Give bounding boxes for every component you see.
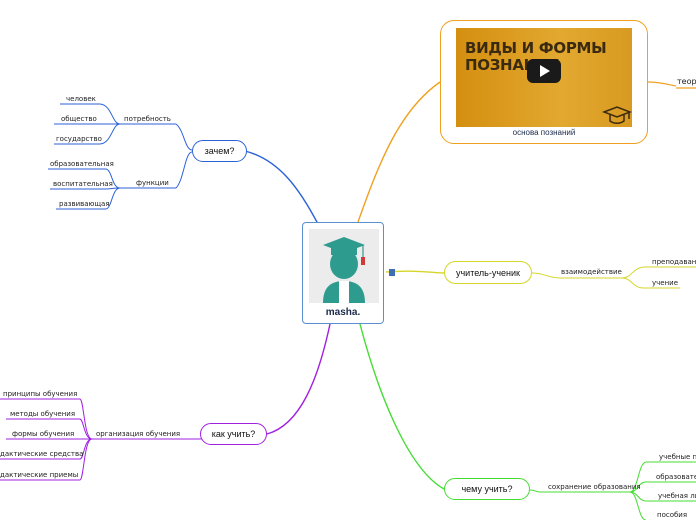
- subtopic-organization-item[interactable]: дактические приемы: [0, 471, 78, 479]
- subtopic-organization[interactable]: организация обучения: [96, 430, 180, 438]
- topic-teacher-student[interactable]: учитель-ученик: [444, 261, 532, 284]
- topic-how-label: как учить?: [211, 429, 256, 439]
- subtopic-functions[interactable]: функции: [136, 179, 169, 187]
- subtopic-organization-item[interactable]: дактические средства: [0, 450, 83, 458]
- link-how: [266, 323, 331, 435]
- topic-how[interactable]: как учить?: [200, 423, 267, 445]
- subtopic-need[interactable]: потребность: [124, 115, 171, 123]
- graduate-avatar-icon: [323, 237, 365, 303]
- subtopic-content-item[interactable]: учебная лите: [658, 492, 696, 500]
- link-theory: [647, 81, 677, 87]
- subtopic-function-item[interactable]: воспитательная: [53, 180, 113, 188]
- central-topic[interactable]: masha.: [302, 222, 395, 324]
- central-topic-title: masha.: [325, 307, 361, 318]
- notes-icon[interactable]: [389, 269, 395, 276]
- subtopic-function-item[interactable]: образовательная: [50, 160, 114, 168]
- video-thumbnail[interactable]: ВИДЫ И ФОРМЫ ПОЗНАНИЯ: [456, 28, 632, 127]
- subtopic-organization-item[interactable]: принципы обучения: [3, 390, 77, 398]
- subtopic-organization-item[interactable]: формы обучения: [12, 430, 74, 438]
- play-button[interactable]: [527, 59, 561, 83]
- subtopic-function-item[interactable]: развивающая: [59, 200, 110, 208]
- theory-label[interactable]: теор: [677, 77, 696, 86]
- avatar: [309, 229, 379, 303]
- topic-what[interactable]: чему учить?: [444, 478, 530, 500]
- topic-teacher-student-label: учитель-ученик: [455, 267, 520, 278]
- link-why: [244, 150, 319, 225]
- link-basis: [357, 81, 441, 223]
- video-node[interactable]: ВИДЫ И ФОРМЫ ПОЗНАНИЯ основа познаний: [440, 20, 648, 144]
- subtopic-interaction-item[interactable]: учение: [652, 279, 678, 287]
- subtopic-content-item[interactable]: учебные пла: [659, 453, 696, 461]
- subtopic-content[interactable]: сохранение образования: [548, 483, 641, 491]
- subtopic-need-item[interactable]: государство: [56, 135, 102, 143]
- topic-what-label: чему учить?: [461, 484, 513, 494]
- video-caption: основа познаний: [512, 128, 576, 137]
- subtopic-content-item[interactable]: пособия: [657, 511, 687, 519]
- link-what: [359, 323, 445, 490]
- topic-why[interactable]: зачем?: [192, 140, 247, 162]
- subtopic-organization-item[interactable]: методы обучения: [10, 410, 75, 418]
- subtopic-need-item[interactable]: общество: [61, 115, 97, 123]
- subtopic-interaction-item[interactable]: преподавание: [652, 258, 696, 266]
- subtopic-content-item[interactable]: образователь: [656, 473, 696, 481]
- subtopic-need-item[interactable]: человек: [66, 95, 96, 103]
- topic-why-label: зачем?: [204, 146, 235, 156]
- subtopic-interaction[interactable]: взаимодействие: [561, 268, 622, 276]
- graduation-cap-icon: [602, 106, 632, 124]
- mind-map-canvas[interactable]: masha. ВИДЫ И ФОРМЫ ПОЗНАНИЯ основа позн…: [0, 0, 696, 520]
